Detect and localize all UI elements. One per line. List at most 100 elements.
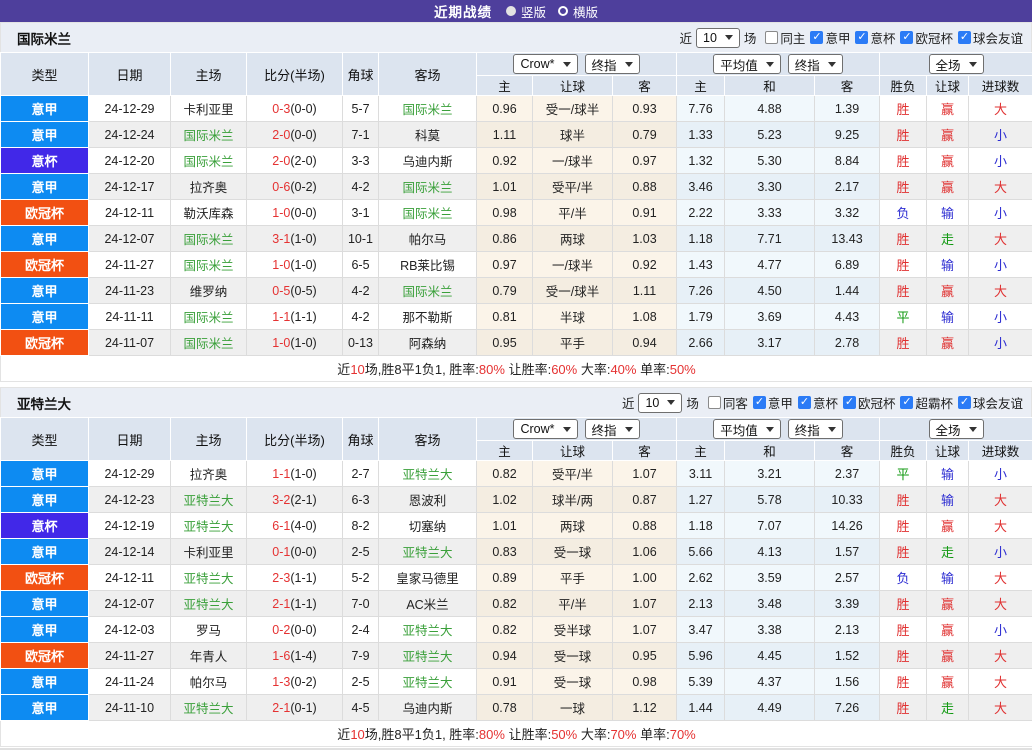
- cell-avg-home: 3.11: [677, 461, 725, 487]
- filter-checkbox[interactable]: ✓意甲: [810, 28, 850, 47]
- cell-score: 2-0(2-0): [247, 148, 343, 174]
- cell-home-team: 国际米兰: [171, 304, 247, 330]
- sub-header-goals-result: 进球数: [969, 76, 1032, 96]
- sub-header-odds-handicap: 让球: [533, 76, 613, 96]
- filter-checkbox[interactable]: ✓欧冠杯: [843, 393, 896, 412]
- cell-corners: 4-2: [343, 278, 379, 304]
- cell-avg-draw: 7.71: [725, 226, 815, 252]
- chevron-down-icon: [725, 35, 733, 40]
- cell-avg-away: 2.57: [815, 565, 880, 591]
- cell-avg-away: 1.39: [815, 96, 880, 122]
- match-row: 欧冠杯24-11-27年青人1-6(1-4)7-9亚特兰大0.94受一球0.95…: [1, 643, 1032, 669]
- filter-checkbox[interactable]: ✓欧冠杯: [900, 28, 953, 47]
- layout-radio-option[interactable]: 竖版: [506, 2, 546, 21]
- cell-corners: 2-5: [343, 539, 379, 565]
- checkbox-checked-icon: ✓: [958, 31, 971, 44]
- cell-avg-draw: 3.69: [725, 304, 815, 330]
- filter-checkbox[interactable]: ✓超霸杯: [900, 393, 953, 412]
- bookmaker-select[interactable]: Crow*: [513, 54, 577, 74]
- cell-date: 24-12-20: [89, 148, 171, 174]
- cell-corners: 2-4: [343, 617, 379, 643]
- match-row: 意甲24-12-24国际米兰2-0(0-0)7-1科莫1.11球半0.791.3…: [1, 122, 1032, 148]
- cell-date: 24-12-29: [89, 461, 171, 487]
- cell-home-team: 卡利亚里: [171, 96, 247, 122]
- match-row: 意甲24-12-07亚特兰大2-1(1-1)7-0AC米兰0.82平/半1.07…: [1, 591, 1032, 617]
- col-header-score: 比分(半场): [247, 53, 343, 96]
- section-summary: 近10场,胜8平1负1, 胜率:80% 让胜率:60% 大率:40% 单率:50…: [1, 356, 1032, 382]
- scope-select[interactable]: 全场: [929, 54, 984, 74]
- filters-bar: 近 10 场 同主✓意甲✓意杯✓欧冠杯✓球会友谊: [679, 28, 1023, 48]
- cell-home-team: 勒沃库森: [171, 200, 247, 226]
- average-line-select[interactable]: 终指: [788, 54, 843, 74]
- filter-checkbox[interactable]: ✓球会友谊: [958, 393, 1023, 412]
- checkbox-label: 欧冠杯: [915, 28, 953, 47]
- cell-avg-away: 1.56: [815, 669, 880, 695]
- cell-result-handicap: 赢: [927, 513, 969, 539]
- cell-avg-draw: 4.77: [725, 252, 815, 278]
- cell-odds-handicap: 受一/球半: [533, 96, 613, 122]
- cell-avg-home: 7.76: [677, 96, 725, 122]
- scope-select[interactable]: 全场: [929, 419, 984, 439]
- matches-label: 场: [686, 393, 699, 412]
- col-header-away: 客场: [379, 418, 477, 461]
- filter-checkbox[interactable]: 同主: [765, 28, 805, 47]
- sub-header-result: 胜负: [880, 441, 927, 461]
- filter-checkbox[interactable]: ✓意杯: [798, 393, 838, 412]
- cell-result-handicap: 走: [927, 226, 969, 252]
- filter-checkbox[interactable]: ✓意杯: [855, 28, 895, 47]
- checkbox-label: 意甲: [825, 28, 850, 47]
- cell-odds-home: 1.01: [477, 174, 533, 200]
- sub-header-avg-home: 主: [677, 441, 725, 461]
- cell-date: 24-11-27: [89, 252, 171, 278]
- cell-away-team: 国际米兰: [379, 200, 477, 226]
- cell-avg-draw: 4.13: [725, 539, 815, 565]
- sub-header-odds-away: 客: [613, 76, 677, 96]
- cell-home-team: 拉齐奥: [171, 461, 247, 487]
- cell-odds-handicap: 半球: [533, 304, 613, 330]
- cell-score: 1-0(1-0): [247, 252, 343, 278]
- competition-filter-group: 同客 ✓意甲 ✓意杯 ✓欧冠杯✓超霸杯 ✓球会友谊: [703, 393, 1023, 412]
- cell-result-goals: 小: [969, 617, 1032, 643]
- cell-odds-away: 0.94: [613, 330, 677, 356]
- summary-segment: 近: [337, 727, 350, 742]
- cell-odds-away: 1.08: [613, 304, 677, 330]
- average-select[interactable]: 平均值: [713, 54, 781, 74]
- cell-result-handicap: 赢: [927, 148, 969, 174]
- bookmaker-select[interactable]: Crow*: [513, 419, 577, 439]
- average-select[interactable]: 平均值: [713, 419, 781, 439]
- cell-odds-handicap: 平/半: [533, 200, 613, 226]
- filter-checkbox[interactable]: ✓球会友谊: [958, 28, 1023, 47]
- cell-odds-home: 0.98: [477, 200, 533, 226]
- cell-odds-handicap: 受一球: [533, 643, 613, 669]
- cell-odds-home: 0.89: [477, 565, 533, 591]
- match-row: 意甲24-12-17拉齐奥0-6(0-2)4-2国际米兰1.01受平/半0.88…: [1, 174, 1032, 200]
- cell-odds-away: 1.03: [613, 226, 677, 252]
- cell-date: 24-11-23: [89, 278, 171, 304]
- radio-unselected-icon: [558, 6, 568, 16]
- checkbox-checked-icon: ✓: [843, 396, 856, 409]
- radio-label: 横版: [573, 2, 598, 21]
- odds-line-select[interactable]: 终指: [585, 419, 640, 439]
- filter-checkbox[interactable]: 同客: [708, 393, 748, 412]
- cell-competition: 意甲: [1, 617, 89, 643]
- cell-score: 2-3(1-1): [247, 565, 343, 591]
- cell-competition: 意甲: [1, 669, 89, 695]
- odds-line-select[interactable]: 终指: [585, 54, 640, 74]
- chevron-down-icon: [766, 62, 774, 67]
- team-name: 亚特兰大: [17, 393, 71, 413]
- team-section-header-2: 亚特兰大 近 10 场 同客✓意甲✓意杯✓欧冠杯✓超霸杯✓球会友谊: [0, 387, 1032, 417]
- average-line-select[interactable]: 终指: [788, 419, 843, 439]
- rounds-select[interactable]: 10: [638, 393, 682, 413]
- filter-checkbox[interactable]: ✓意甲: [753, 393, 793, 412]
- cell-avg-draw: 3.33: [725, 200, 815, 226]
- rounds-select[interactable]: 10: [696, 28, 740, 48]
- cell-avg-home: 5.96: [677, 643, 725, 669]
- cell-avg-away: 9.25: [815, 122, 880, 148]
- cell-avg-draw: 5.30: [725, 148, 815, 174]
- cell-result-goals: 小: [969, 461, 1032, 487]
- cell-avg-draw: 4.49: [725, 695, 815, 721]
- cell-avg-away: 1.44: [815, 278, 880, 304]
- col-header-home: 主场: [171, 53, 247, 96]
- summary-segment: 让胜率:: [505, 362, 551, 377]
- layout-radio-option[interactable]: 横版: [558, 2, 598, 21]
